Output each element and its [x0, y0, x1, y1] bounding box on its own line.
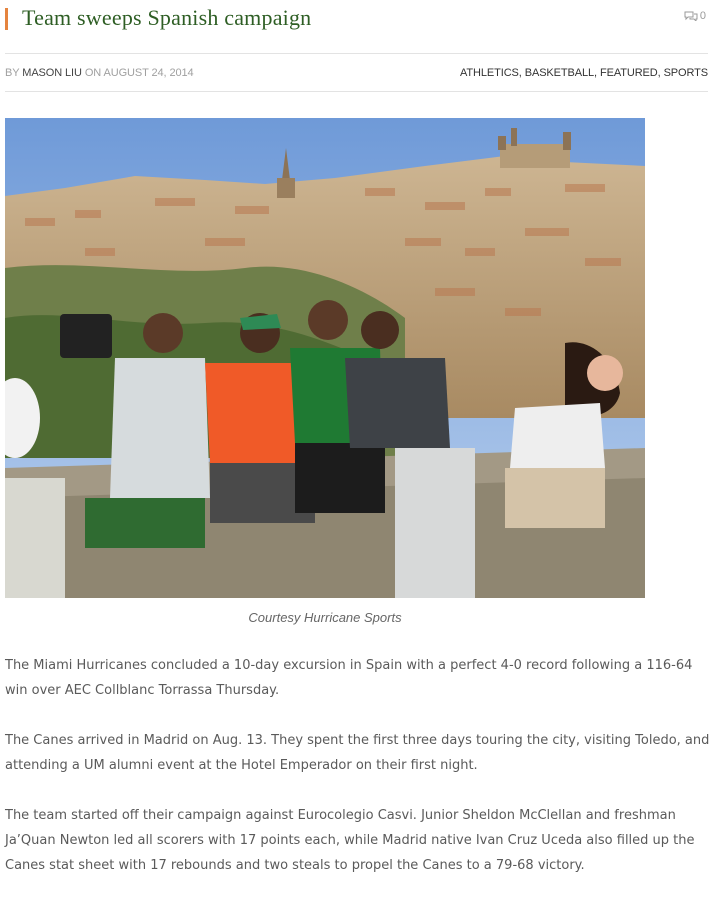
category-list: ATHLETICS, BASKETBALL, FEATURED, SPORTS: [460, 67, 708, 79]
byline: BY MASON LIU ON AUGUST 24, 2014: [5, 67, 194, 79]
article-paragraph: The Canes arrived in Madrid on Aug. 13. …: [5, 733, 710, 773]
category-link-athletics[interactable]: ATHLETICS: [460, 67, 519, 79]
category-link-featured[interactable]: FEATURED: [600, 67, 658, 79]
comment-count: 0: [699, 10, 706, 22]
article-paragraph: The Miami Hurricanes concluded a 10-day …: [5, 658, 693, 698]
author-link[interactable]: MASON LIU: [22, 67, 82, 79]
article-paragraph: The team started off their campaign agai…: [5, 808, 695, 873]
post-title: Team sweeps Spanish campaign: [22, 5, 312, 30]
speech-bubbles-icon: [684, 11, 698, 21]
on-label: ON: [84, 67, 102, 79]
header-divider: [5, 53, 708, 54]
title-accent-bar: [5, 8, 8, 30]
category-link-basketball[interactable]: BASKETBALL: [525, 67, 594, 79]
by-label: BY: [5, 67, 20, 79]
photo-caption: Courtesy Hurricane Sports: [248, 610, 402, 625]
post-header: Team sweeps Spanish campaign 0: [5, 5, 708, 32]
post-meta: BY MASON LIU ON AUGUST 24, 2014 ATHLETIC…: [5, 67, 708, 81]
featured-photo: [5, 118, 645, 598]
meta-divider: [5, 91, 708, 92]
team-photo-illustration: [5, 118, 645, 598]
post-date: AUGUST 24, 2014: [103, 67, 194, 79]
comments-link[interactable]: 0: [684, 10, 706, 22]
category-link-sports[interactable]: SPORTS: [664, 67, 709, 79]
